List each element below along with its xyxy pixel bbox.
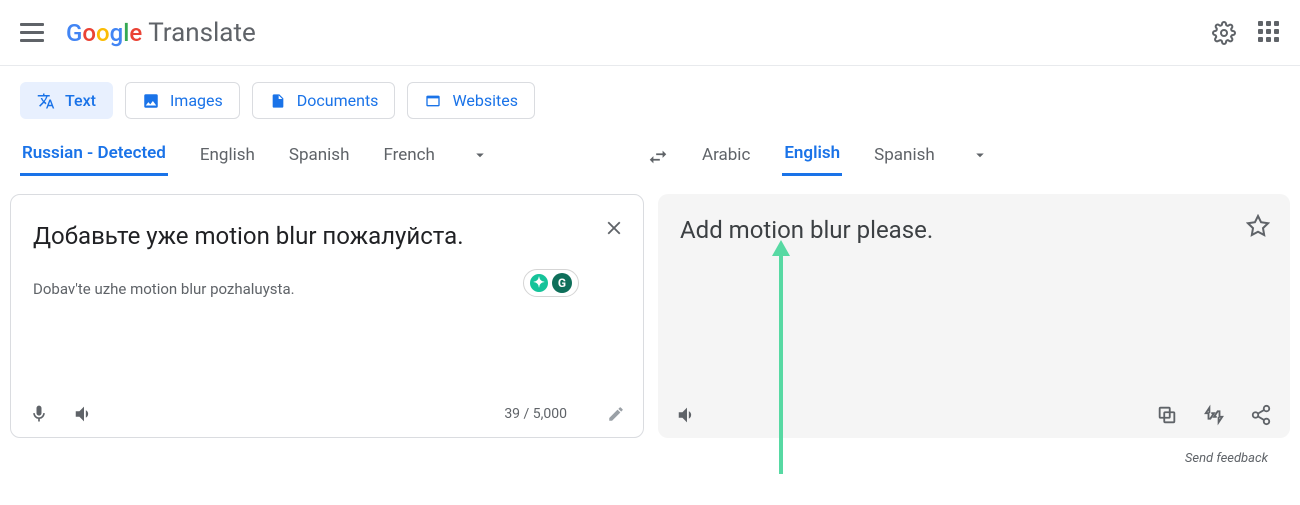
- image-icon: [142, 92, 160, 110]
- save-translation-star-icon[interactable]: [1246, 214, 1270, 238]
- mode-images-tab[interactable]: Images: [125, 82, 240, 119]
- mode-documents-tab[interactable]: Documents: [252, 82, 396, 119]
- settings-gear-icon[interactable]: [1212, 21, 1236, 45]
- target-translation-text: Add motion blur please.: [680, 216, 1268, 244]
- microphone-icon[interactable]: [29, 404, 49, 424]
- mode-websites-label: Websites: [452, 91, 518, 110]
- source-lang-more-chevron-icon[interactable]: [467, 142, 493, 168]
- target-lang-more-chevron-icon[interactable]: [967, 142, 993, 168]
- copy-translation-icon[interactable]: [1156, 404, 1178, 426]
- send-feedback-link[interactable]: Send feedback: [1185, 451, 1268, 466]
- mode-websites-tab[interactable]: Websites: [407, 82, 535, 119]
- keyboard-edit-icon[interactable]: [607, 405, 625, 423]
- source-lang-spanish[interactable]: Spanish: [287, 135, 352, 175]
- target-lang-spanish[interactable]: Spanish: [872, 135, 937, 175]
- header: Google Translate: [0, 0, 1300, 66]
- listen-source-icon[interactable]: [73, 403, 95, 425]
- character-counter: 39 / 5,000: [504, 406, 567, 422]
- target-lang-arabic[interactable]: Arabic: [700, 135, 752, 175]
- grammarly-plus-icon: ✦: [530, 274, 548, 292]
- source-lang-detected[interactable]: Russian - Detected: [20, 133, 168, 176]
- target-lang-english[interactable]: English: [782, 133, 842, 176]
- annotation-arrow: [779, 252, 783, 474]
- website-icon: [424, 92, 442, 110]
- grammarly-badge[interactable]: ✦ G: [523, 269, 579, 297]
- source-lang-english[interactable]: English: [198, 135, 257, 175]
- grammarly-g-icon: G: [552, 273, 572, 293]
- logo-translate-text: Translate: [148, 18, 256, 48]
- mode-text-tab[interactable]: Text: [20, 82, 113, 119]
- translate-text-icon: [37, 92, 55, 110]
- source-language-bar: Russian - Detected English Spanish Frenc…: [10, 133, 650, 184]
- target-text-panel: Add motion blur please. Send feedback: [658, 194, 1290, 438]
- document-icon: [269, 92, 287, 110]
- hamburger-menu-icon[interactable]: [20, 19, 48, 47]
- mode-tabs: Text Images Documents Websites: [0, 66, 1300, 133]
- mode-documents-label: Documents: [297, 91, 379, 110]
- rate-translation-icon[interactable]: [1202, 404, 1226, 426]
- listen-target-icon[interactable]: [676, 404, 698, 426]
- mode-images-label: Images: [170, 91, 223, 110]
- source-text-panel: Добавьте уже motion blur пожалуйста. ✦ G…: [10, 194, 644, 438]
- source-text-input[interactable]: Добавьте уже motion blur пожалуйста.: [33, 221, 621, 252]
- share-translation-icon[interactable]: [1250, 404, 1272, 426]
- target-language-bar: Arabic English Spanish: [650, 133, 1290, 184]
- google-translate-logo[interactable]: Google Translate: [66, 18, 256, 48]
- mode-text-label: Text: [65, 91, 96, 110]
- swap-languages-icon[interactable]: [640, 139, 676, 175]
- google-apps-grid-icon[interactable]: [1256, 21, 1280, 45]
- source-lang-french[interactable]: French: [381, 135, 436, 175]
- clear-input-icon[interactable]: [603, 217, 625, 239]
